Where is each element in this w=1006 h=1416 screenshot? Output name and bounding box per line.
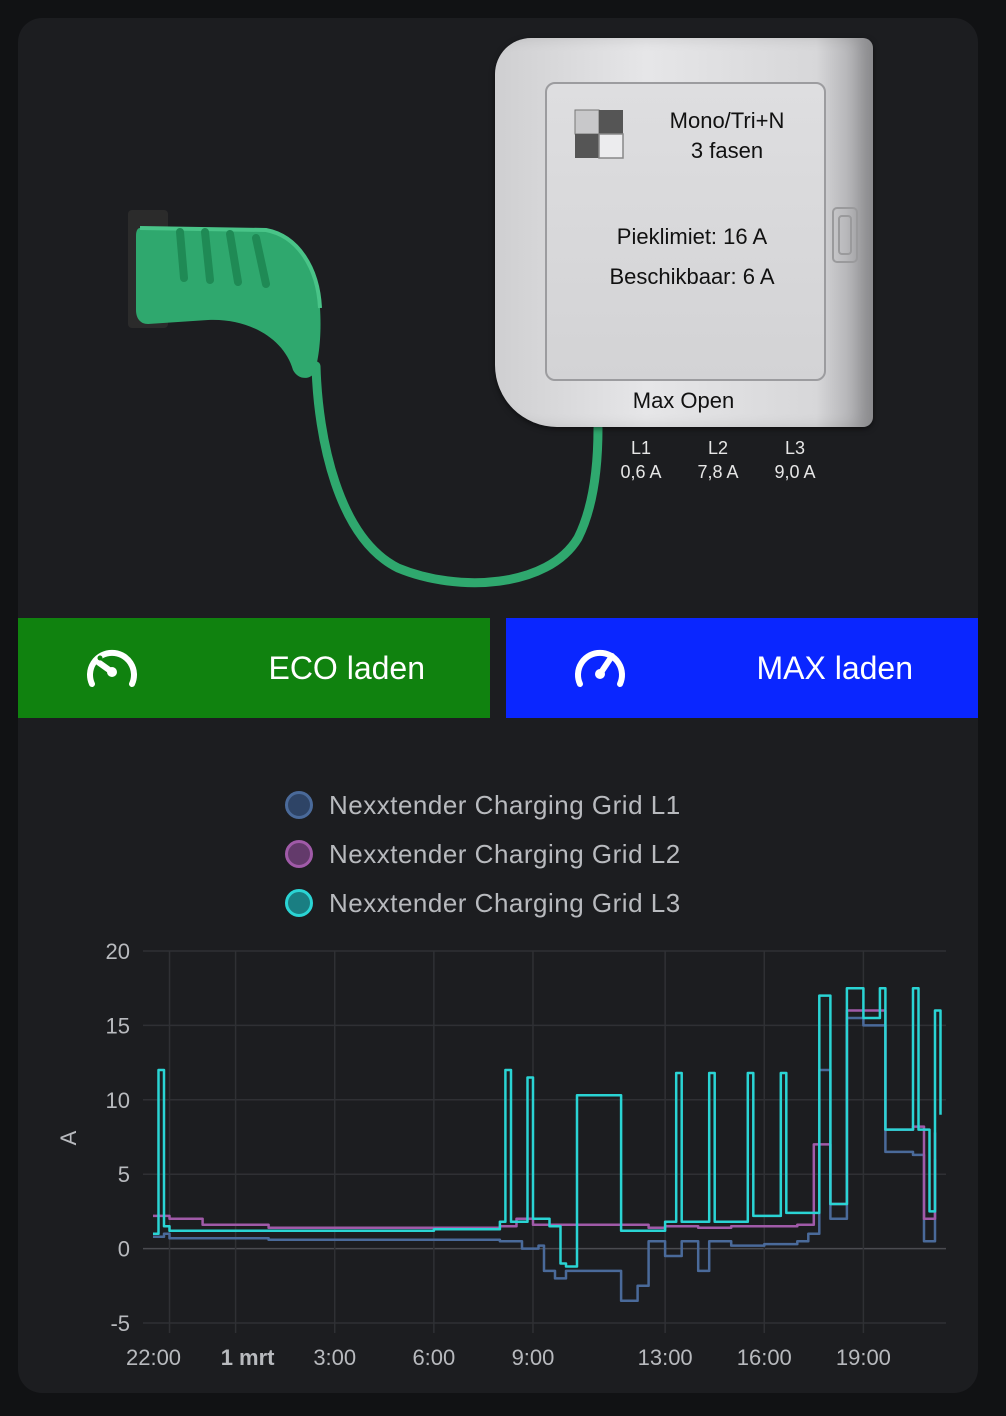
x-tick-label: 22:00 [126,1345,181,1370]
phase-l3: L3 9,0 A [760,436,830,484]
charger-panel: Mono/Tri+N 3 fasen Pieklimiet: 16 A Besc… [545,82,826,381]
series-lines [153,986,942,1302]
charger-card: Mono/Tri+N 3 fasen Pieklimiet: 16 A Besc… [18,18,978,1393]
eco-charge-label: ECO laden [268,650,425,686]
phase-l2-value: 7,8 A [697,462,739,482]
peak-limit-label: Pieklimiet: 16 A [616,224,768,249]
side-latch-icon [832,207,858,263]
phase-type-line2: 3 fasen [690,138,764,163]
charger-name: Max Open [632,388,735,413]
y-tick-label: 5 [118,1162,130,1187]
x-tick-label: 16:00 [737,1345,792,1370]
y-axis: 20 15 10 5 0 -5 [106,939,130,1336]
series-line-l2 [153,1009,937,1230]
phase-l1: L1 0,6 A [606,436,676,484]
chart-plot[interactable]: 20 15 10 5 0 -5 22:00 1 mrt 3:00 6:00 9:00 13:00 16… [18,738,978,1393]
eco-charge-button[interactable]: ECO laden [18,618,490,718]
y-tick-label: 10 [106,1088,130,1113]
y-tick-label: 20 [106,939,130,964]
y-tick-label: 0 [118,1237,130,1262]
max-charge-button[interactable]: MAX laden [506,618,978,718]
phase-l2-label: L2 [707,438,729,458]
x-tick-label: 1 mrt [221,1345,275,1370]
y-tick-label: -5 [110,1311,130,1336]
available-label: Beschikbaar: 6 A [609,264,775,289]
phase-l3-label: L3 [784,438,806,458]
x-tick-label: 19:00 [836,1345,891,1370]
phase-l2: L2 7,8 A [683,436,753,484]
phase-readings: L1 0,6 A L2 7,8 A L3 9,0 A [608,436,848,496]
x-tick-label: 3:00 [313,1345,356,1370]
charger-logo-icon [574,109,624,159]
x-axis: 22:00 1 mrt 3:00 6:00 9:00 13:00 16:00 19:00 [126,1345,891,1370]
phase-type-line1: Mono/Tri+N [669,108,785,133]
chart-grid [143,950,946,1333]
x-tick-label: 9:00 [512,1345,555,1370]
max-charge-label: MAX laden [756,650,913,686]
speedometer-fast-icon [575,649,625,687]
phase-l1-value: 0,6 A [620,462,662,482]
series-line-l1 [153,1016,937,1302]
charger-box: Mono/Tri+N 3 fasen Pieklimiet: 16 A Besc… [495,38,873,427]
x-tick-label: 6:00 [412,1345,455,1370]
y-tick-label: 15 [106,1013,130,1038]
x-tick-label: 13:00 [638,1345,693,1370]
phase-type-label: Mono/Tri+N 3 fasen [657,106,797,166]
charger-illustration: Mono/Tri+N 3 fasen Pieklimiet: 16 A Besc… [18,18,978,618]
current-history-chart: Nexxtender Charging Grid L1 Nexxtender C… [18,738,978,1393]
y-axis-label: A [56,1130,81,1145]
phase-l3-value: 9,0 A [774,462,816,482]
speedometer-slow-icon [87,649,137,687]
phase-l1-label: L1 [630,438,652,458]
